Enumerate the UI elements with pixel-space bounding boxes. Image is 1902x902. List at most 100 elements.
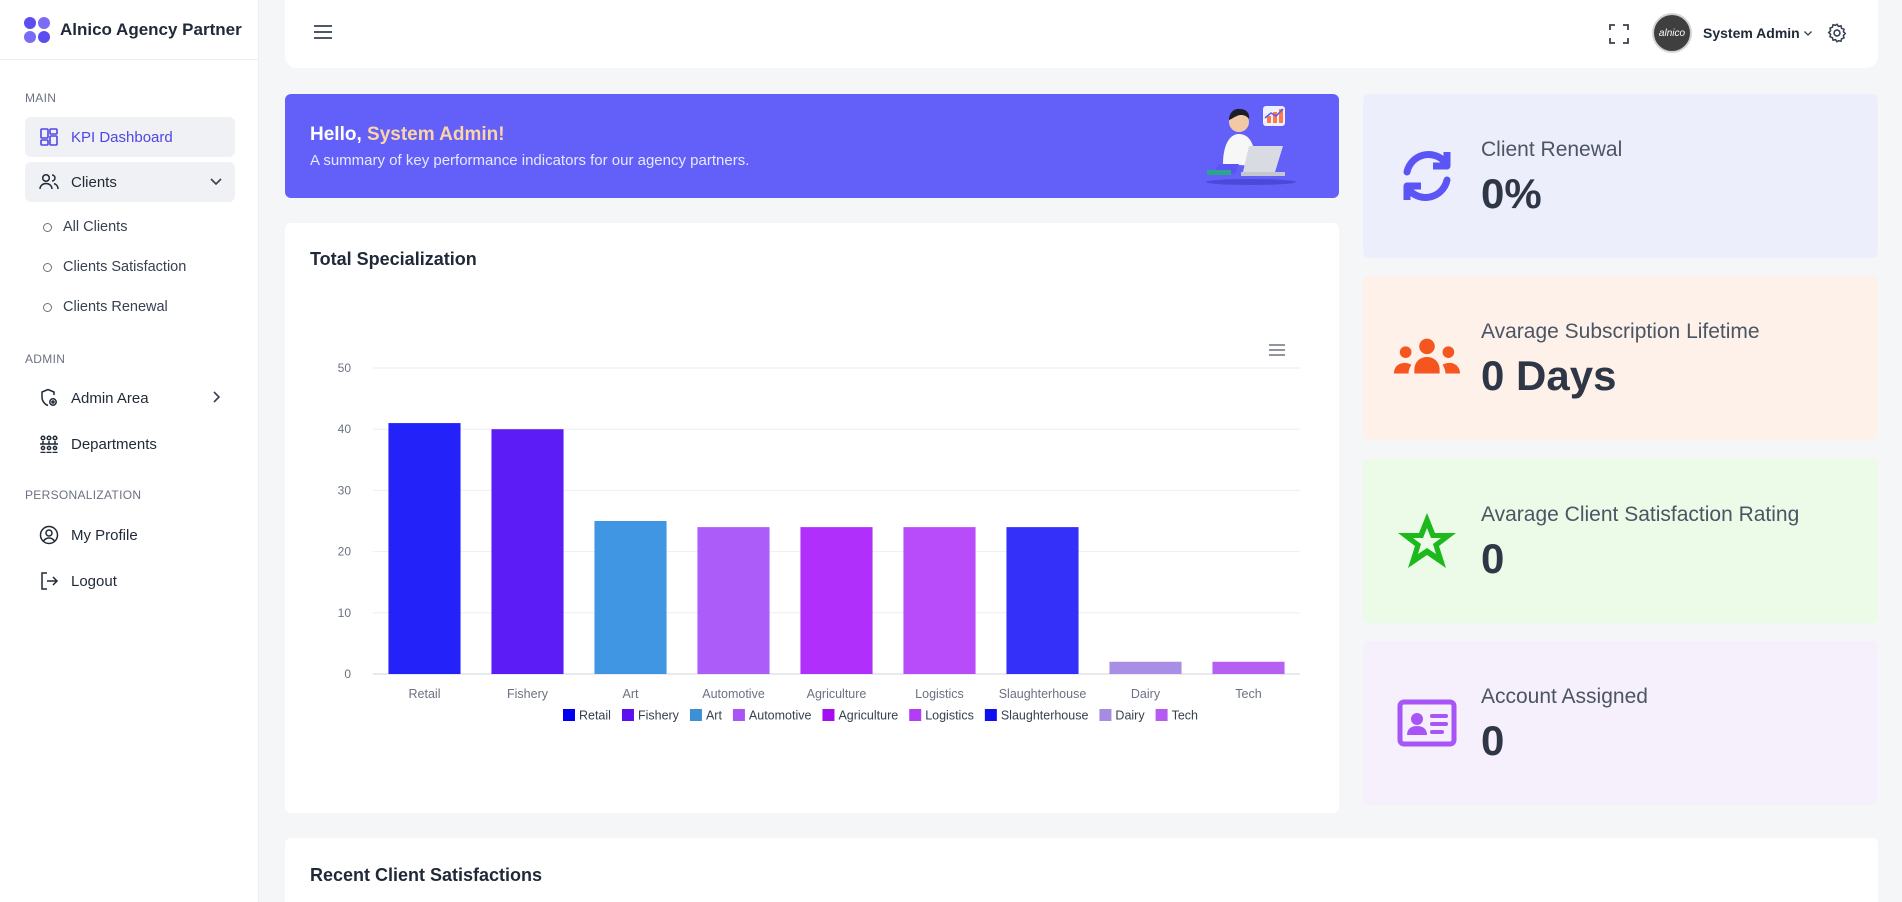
- legend-label: Art: [706, 709, 723, 723]
- shield-gear-icon: [39, 388, 59, 408]
- sidebar-item-clients[interactable]: Clients: [25, 162, 235, 202]
- kpi-card-account-assigned: Account Assigned 0: [1363, 641, 1878, 805]
- refresh-icon: [1393, 142, 1461, 210]
- legend-label: Retail: [579, 709, 611, 723]
- y-tick-label: 20: [338, 545, 352, 559]
- sidebar: Alnico Agency Partner MAIN KPI Dashboard…: [0, 0, 259, 902]
- brand[interactable]: Alnico Agency Partner: [0, 0, 258, 60]
- sidebar-subitem-label: All Clients: [63, 219, 128, 235]
- sidebar-item-label: My Profile: [71, 526, 138, 544]
- sidebar-item-label: Clients: [71, 173, 117, 191]
- sidebar-item-label: KPI Dashboard: [71, 128, 173, 146]
- legend-label: Slaughterhouse: [1001, 709, 1089, 723]
- sidebar-item-departments[interactable]: Departments: [25, 424, 235, 464]
- kpi-card-satisfaction-rating: Avarage Client Satisfaction Rating 0: [1363, 459, 1878, 623]
- kpi-label: Client Renewal: [1481, 138, 1623, 161]
- user-circle-icon: [39, 525, 59, 545]
- brand-name: Alnico Agency Partner: [60, 19, 242, 39]
- greeting-name: System Admin!: [367, 124, 505, 145]
- greeting-text: Hello,: [310, 124, 368, 145]
- welcome-banner: Hello, System Admin! A summary of key pe…: [285, 94, 1339, 198]
- sidebar-item-logout[interactable]: Logout: [25, 561, 235, 601]
- specialization-bar-chart: 0 10 20 30 40 50 Retail Fishery Art Automotive Agr…: [338, 361, 1300, 723]
- kpi-value: 0 Days: [1481, 352, 1617, 399]
- section-label-personalization: PERSONALIZATION: [25, 488, 142, 502]
- avatar[interactable]: alnico: [1652, 13, 1692, 53]
- legend-swatch: [822, 709, 835, 721]
- bar-dairy: [1109, 661, 1182, 674]
- sidebar-subitem-clients-satisfaction[interactable]: Clients Satisfaction: [43, 259, 186, 275]
- y-tick-label: 30: [338, 483, 352, 497]
- x-tick-label: Tech: [1235, 687, 1261, 701]
- y-tick-label: 0: [344, 667, 351, 681]
- bar-retail: [388, 423, 461, 674]
- user-menu[interactable]: System Admin: [1703, 25, 1813, 41]
- chevron-down-icon: [209, 174, 223, 192]
- bar-automotive: [697, 527, 770, 674]
- sidebar-subitem-label: Clients Renewal: [63, 299, 168, 315]
- sidebar-item-my-profile[interactable]: My Profile: [25, 515, 235, 555]
- org-chart-icon: [39, 434, 59, 454]
- kpi-label: Account Assigned: [1481, 685, 1648, 708]
- user-name: System Admin: [1703, 25, 1800, 41]
- dashboard-icon: [39, 127, 59, 147]
- specialization-chart-card: Total Specialization 0 10 20 30 40 50 Retail Fi…: [285, 223, 1339, 813]
- kpi-label: Avarage Subscription Lifetime: [1481, 320, 1760, 343]
- legend-swatch: [689, 709, 702, 721]
- section-label-main: MAIN: [25, 91, 57, 105]
- sidebar-item-label: Departments: [71, 435, 157, 453]
- gear-icon[interactable]: [1826, 22, 1848, 49]
- sidebar-subitem-clients-renewal[interactable]: Clients Renewal: [43, 299, 168, 315]
- person-laptop-illustration: [1206, 106, 1296, 185]
- users-icon: [1393, 324, 1461, 392]
- recent-satisfactions-card: Recent Client Satisfactions: [285, 838, 1878, 902]
- bar-logistics: [903, 527, 976, 674]
- kpi-card-subscription-lifetime: Avarage Subscription Lifetime 0 Days: [1363, 276, 1878, 440]
- y-tick-label: 40: [338, 422, 352, 436]
- legend-label: Fishery: [638, 709, 680, 723]
- kpi-label: Avarage Client Satisfaction Rating: [1481, 503, 1800, 526]
- legend-swatch: [1155, 709, 1168, 721]
- users-icon: [39, 172, 59, 192]
- circle-icon: [43, 222, 52, 232]
- kpi-value: 0%: [1481, 170, 1542, 217]
- sidebar-subitem-label: Clients Satisfaction: [63, 259, 187, 275]
- sidebar-item-label: Logout: [71, 572, 117, 590]
- kpi-value: 0: [1481, 717, 1505, 764]
- legend-label: Tech: [1172, 709, 1198, 723]
- legend-label: Dairy: [1115, 709, 1145, 723]
- section-label-admin: ADMIN: [25, 352, 66, 366]
- x-tick-label: Slaughterhouse: [999, 687, 1087, 701]
- y-tick-label: 10: [338, 606, 352, 620]
- kpi-value: 0: [1481, 535, 1505, 582]
- star-icon: [1393, 507, 1461, 575]
- sidebar-subitem-all-clients[interactable]: All Clients: [43, 219, 127, 235]
- legend-swatch: [984, 709, 997, 721]
- legend-swatch: [562, 709, 575, 721]
- chevron-down-icon: [1803, 25, 1813, 41]
- fullscreen-icon[interactable]: [1609, 24, 1629, 49]
- brand-logo-icon: [24, 16, 50, 43]
- bar-art: [594, 521, 667, 674]
- top-bar: alnico System Admin: [285, 0, 1878, 68]
- id-card-icon: [1393, 689, 1461, 757]
- legend-swatch: [732, 709, 745, 721]
- legend-label: Automotive: [749, 709, 812, 723]
- sidebar-item-kpi-dashboard[interactable]: KPI Dashboard: [25, 117, 235, 157]
- kpi-card-client-renewal: Client Renewal 0%: [1363, 94, 1878, 258]
- legend-swatch: [1099, 709, 1112, 721]
- sidebar-item-label: Admin Area: [71, 389, 149, 407]
- chevron-right-icon: [209, 390, 223, 408]
- menu-icon[interactable]: [313, 24, 333, 45]
- x-tick-label: Dairy: [1131, 687, 1161, 701]
- sidebar-item-admin-area[interactable]: Admin Area: [25, 378, 235, 418]
- x-tick-label: Automotive: [702, 687, 765, 701]
- bar-fishery: [491, 429, 564, 674]
- bar-tech: [1212, 661, 1285, 674]
- x-tick-label: Art: [623, 687, 640, 701]
- logout-icon: [39, 571, 59, 591]
- legend-swatch: [621, 709, 634, 721]
- x-tick-label: Fishery: [507, 687, 549, 701]
- bar-agriculture: [800, 527, 873, 674]
- legend-swatch: [909, 709, 922, 721]
